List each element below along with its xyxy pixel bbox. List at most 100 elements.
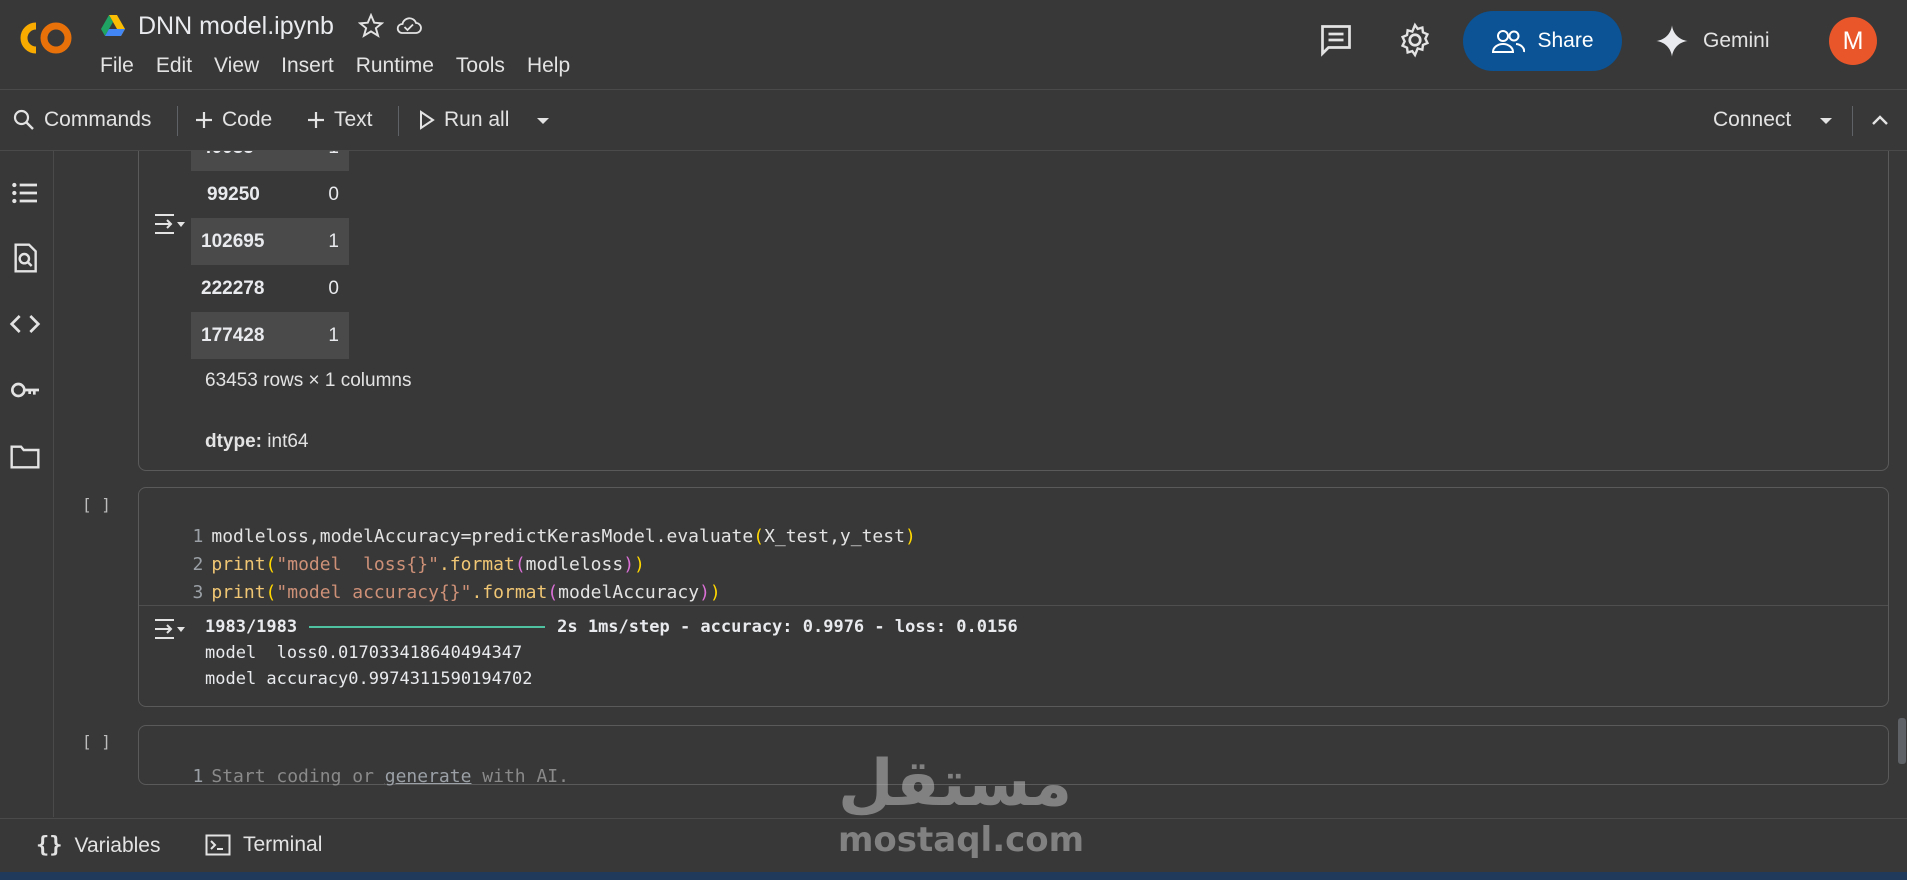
cell-run-button[interactable]: [ ] xyxy=(82,732,111,751)
menu-insert[interactable]: Insert xyxy=(281,52,346,80)
table-row: 177428 1 xyxy=(191,312,349,359)
comment-icon[interactable] xyxy=(1318,22,1354,58)
dtype-label: dtype: xyxy=(205,431,262,452)
app-header: DNN model.ipynb File Edit View Insert Ru… xyxy=(0,0,1907,90)
row-value: 0 xyxy=(328,183,339,205)
notebook-title[interactable]: DNN model.ipynb xyxy=(138,12,334,41)
line-number: 1 xyxy=(192,766,204,787)
menu-edit[interactable]: Edit xyxy=(156,52,204,80)
progress-bar-fill xyxy=(309,626,546,628)
row-index: 222278 xyxy=(201,277,265,299)
code-token: ( xyxy=(753,526,765,547)
generate-link[interactable]: generate xyxy=(385,766,472,787)
table-of-contents-icon[interactable] xyxy=(9,177,41,209)
connect-label: Connect xyxy=(1713,108,1792,131)
variables-label: Variables xyxy=(74,833,161,857)
progress-steps: 1983/1983 xyxy=(205,617,298,637)
secrets-key-icon[interactable] xyxy=(9,374,41,406)
code-token: ( xyxy=(547,582,559,603)
people-icon xyxy=(1492,30,1526,53)
progress-metrics: 2s 1ms/step - accuracy: 0.9976 - loss: 0… xyxy=(557,617,1018,637)
cloud-saved-icon[interactable] xyxy=(394,13,424,39)
table-row: 102695 1 xyxy=(191,218,349,265)
series-dtype: dtype: int64 xyxy=(205,431,308,453)
row-index: 177428 xyxy=(191,312,287,359)
series-table: 40035 1 99250 0 102695 1 222278 0 177428… xyxy=(191,151,349,359)
code-token: ( xyxy=(265,582,277,603)
code-cell-placeholder[interactable]: 1 Start coding or generate with AI. xyxy=(144,745,569,808)
code-token: print xyxy=(211,582,266,603)
braces-icon: {} xyxy=(36,833,63,858)
commands-button[interactable]: Commands xyxy=(12,104,151,136)
row-value: 1 xyxy=(287,151,349,171)
code-line-3[interactable]: 3 print("model accuracy{}".format(modelAc… xyxy=(144,561,721,624)
output-cell-series xyxy=(138,151,1889,471)
code-token: "model accuracy{}" xyxy=(276,582,472,603)
left-sidebar xyxy=(0,151,54,817)
menu-runtime[interactable]: Runtime xyxy=(356,52,446,80)
menu-file[interactable]: File xyxy=(100,52,146,80)
add-code-label: Code xyxy=(222,108,273,131)
user-avatar[interactable]: M xyxy=(1829,17,1877,65)
output-toggle-icon[interactable] xyxy=(152,614,186,644)
run-all-label: Run all xyxy=(444,108,510,131)
table-row: 222278 0 xyxy=(191,265,349,312)
star-icon[interactable] xyxy=(357,13,384,39)
gemini-button[interactable]: Gemini xyxy=(1655,20,1770,62)
google-drive-icon[interactable] xyxy=(100,14,126,38)
run-all-button[interactable]: Run all xyxy=(418,104,509,136)
row-value: 1 xyxy=(287,218,349,265)
find-replace-icon[interactable] xyxy=(9,242,41,274)
menu-view[interactable]: View xyxy=(214,52,271,80)
code-token: ) xyxy=(904,526,916,547)
toolbar-divider xyxy=(398,106,399,136)
add-code-button[interactable]: Code xyxy=(194,104,272,136)
share-label: Share xyxy=(1537,29,1594,52)
training-progress-line: 1983/1983 2s 1ms/step - accuracy: 0.9976… xyxy=(205,617,1018,637)
terminal-icon xyxy=(205,834,231,856)
toolbar-divider xyxy=(177,106,178,136)
output-accuracy-line: model accuracy0.9974311590194702 xyxy=(205,669,533,689)
code-token: ) xyxy=(709,582,721,603)
variables-button[interactable]: {} Variables xyxy=(36,833,161,858)
table-row: 99250 0 xyxy=(191,171,349,218)
terminal-label: Terminal xyxy=(243,833,323,856)
bottom-bar: {} Variables Terminal xyxy=(0,818,1907,875)
collapse-chevron-up-icon[interactable] xyxy=(1870,112,1890,128)
row-value: 0 xyxy=(328,277,339,299)
plus-icon xyxy=(196,112,212,128)
output-toggle-icon[interactable] xyxy=(152,209,186,239)
toolbar-divider xyxy=(1852,106,1853,136)
share-button[interactable]: Share xyxy=(1463,11,1622,71)
code-snippets-icon[interactable] xyxy=(9,308,41,340)
menu-help[interactable]: Help xyxy=(527,52,582,80)
output-loss-line: model loss0.017033418640494347 xyxy=(205,643,523,663)
menu-bar: File Edit View Insert Runtime Tools Help xyxy=(100,52,592,80)
add-text-button[interactable]: Text xyxy=(306,104,373,136)
line-number: 3 xyxy=(192,582,204,603)
scrollbar-thumb[interactable] xyxy=(1898,718,1906,764)
add-text-label: Text xyxy=(334,108,373,131)
placeholder-text: with AI. xyxy=(471,766,569,787)
progress-bar xyxy=(309,626,546,628)
connect-dropdown-icon[interactable] xyxy=(1818,116,1834,126)
plus-icon xyxy=(308,112,324,128)
row-index: 40035 xyxy=(191,151,287,171)
connect-button[interactable]: Connect xyxy=(1713,104,1791,136)
code-token: modelAccuracy xyxy=(558,582,700,603)
dtype-value: int64 xyxy=(267,431,309,452)
gemini-sparkle-icon xyxy=(1656,25,1688,57)
terminal-button[interactable]: Terminal xyxy=(205,833,322,857)
code-token: ) xyxy=(699,582,710,603)
row-index: 102695 xyxy=(191,218,287,265)
cell-run-button[interactable]: [ ] xyxy=(82,495,111,514)
run-all-dropdown-icon[interactable] xyxy=(535,116,551,126)
row-index: 99250 xyxy=(207,183,260,205)
files-folder-icon[interactable] xyxy=(9,440,41,472)
menu-tools[interactable]: Tools xyxy=(456,52,517,80)
commands-label: Commands xyxy=(44,108,152,131)
settings-gear-icon[interactable] xyxy=(1397,22,1433,58)
gemini-label: Gemini xyxy=(1703,29,1770,52)
colab-logo[interactable] xyxy=(14,18,78,58)
row-value: 1 xyxy=(287,312,349,359)
